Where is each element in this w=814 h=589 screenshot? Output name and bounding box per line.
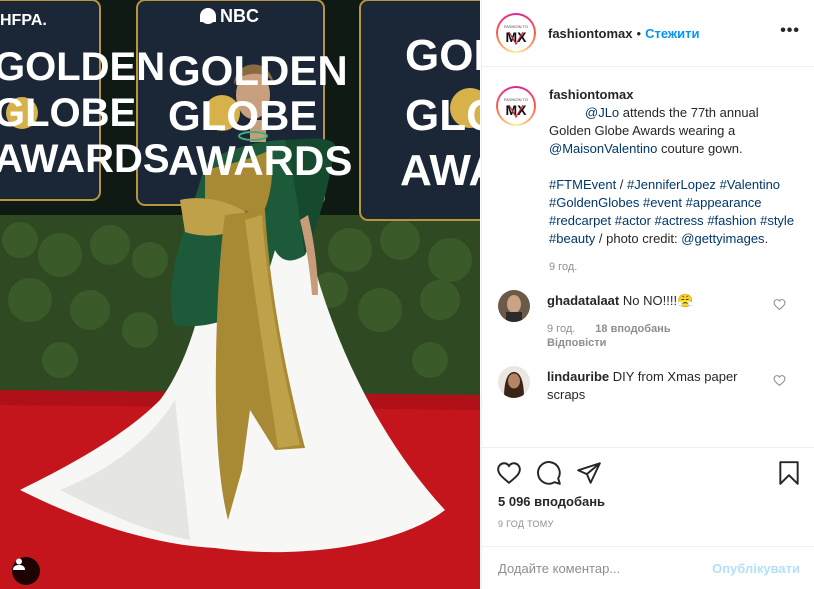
mention-gettyimages[interactable]: @gettyimages (681, 231, 764, 246)
caption-text-1: attends the 77th annual Golden Globe Awa… (549, 105, 759, 138)
sign-right-line-3: AWARDS (400, 146, 480, 195)
sign-right-line-1: GOLDEN (405, 31, 480, 80)
caption-text-3: photo credit: (606, 231, 682, 246)
hashtag[interactable]: #JenniferLopez (627, 177, 716, 192)
comment-icon[interactable] (536, 460, 562, 486)
fashiontomax-logo-icon: FASHION TO MX (504, 24, 528, 46)
hashtag[interactable]: #fashion (707, 213, 756, 228)
mention-maisonvalentino[interactable]: @MaisonValentino (549, 141, 657, 156)
commenter-avatar[interactable] (498, 290, 530, 322)
comment-like-heart-icon[interactable] (773, 374, 786, 387)
reply-button[interactable]: Відповісти (547, 336, 767, 350)
hashtag[interactable]: #GoldenGlobes (549, 195, 639, 210)
follow-button[interactable]: Стежити (645, 26, 699, 41)
caption-hashtags: #FTMEvent / #JenniferLopez #Valentino #G… (549, 177, 795, 246)
comment-text: No NO!!!!😤 (622, 293, 694, 308)
sign-left-line-2: GLOBE (0, 91, 136, 135)
sign-center-line-3: AWARDS (168, 137, 352, 184)
comment-item: ghadatalaat No NO!!!!😤 9 год. 18 вподобан… (496, 290, 798, 350)
comment-time[interactable]: 9 год. (547, 323, 575, 335)
post-time[interactable]: 9 ГОД ТОМУ (498, 519, 554, 529)
post-header: FASHION TO MX fashiontomax • Стежити ••• (482, 0, 814, 67)
caption-text-4: . (764, 231, 769, 246)
bookmark-icon[interactable] (776, 460, 802, 486)
sign-right-line-2: GLOBE (405, 91, 480, 140)
comment-likes[interactable]: 18 вподобань (595, 323, 670, 335)
hashtag[interactable]: #actress (655, 213, 704, 228)
comment-like-heart-icon[interactable] (773, 298, 786, 311)
caption-text-2: couture gown. (657, 141, 743, 156)
hashtag[interactable]: #beauty (549, 231, 595, 246)
caption-avatar[interactable]: FASHION TO MX (496, 86, 536, 126)
author-username[interactable]: fashiontomax (548, 26, 633, 41)
caption-timestamp[interactable]: 9 год. (549, 258, 798, 276)
add-comment-bar: Опублікувати (482, 546, 814, 589)
post-photo[interactable]: GOLDEN GLOBE AWARDS GOLDEN GLOBE AWARDS … (0, 0, 480, 589)
sign-left-line-3: AWARDS (0, 137, 170, 181)
post-side-panel: FASHION TO MX fashiontomax • Стежити •••… (481, 0, 814, 589)
comments-section[interactable]: FASHION TO MX fashiontomax @JLo attends … (482, 68, 814, 446)
fashiontomax-logo-icon: FASHION TO MX (504, 97, 528, 119)
hashtag[interactable]: #event (643, 195, 682, 210)
sign-center-line-2: GLOBE (168, 92, 317, 139)
hashtag[interactable]: #FTMEvent (549, 177, 616, 192)
caption-username[interactable]: fashiontomax (549, 87, 634, 102)
caption: FASHION TO MX fashiontomax @JLo attends … (496, 86, 798, 276)
tag-user-button[interactable] (12, 557, 40, 585)
likes-count[interactable]: 5 096 вподобань (498, 494, 605, 509)
red-carpet-photo: GOLDEN GLOBE AWARDS GOLDEN GLOBE AWARDS … (0, 0, 480, 589)
heart-icon[interactable] (496, 460, 522, 486)
hfpa-logo-text: HFPA. (0, 12, 47, 29)
avatar-photo (498, 290, 530, 322)
author-avatar[interactable]: FASHION TO MX (496, 13, 536, 53)
hashtag[interactable]: #appearance (686, 195, 762, 210)
more-options-button[interactable]: ••• (780, 22, 800, 40)
nbc-logo-text: NBC (220, 6, 259, 26)
share-icon[interactable] (576, 460, 602, 486)
hashtag[interactable]: #Valentino (720, 177, 780, 192)
tag-user-icon (13, 558, 25, 570)
post-actions (482, 447, 814, 497)
mention-jlo[interactable]: @JLo (585, 105, 619, 120)
comment-username[interactable]: ghadatalaat (547, 293, 619, 308)
header-separator: • (636, 25, 642, 41)
hashtag[interactable]: #actor (615, 213, 651, 228)
sign-left-line-1: GOLDEN (0, 45, 165, 89)
comment-username[interactable]: lindauribe (547, 369, 609, 384)
avatar-photo (498, 366, 530, 398)
nbc-peacock-icon (200, 8, 216, 24)
publish-button[interactable]: Опублікувати (712, 561, 800, 576)
commenter-avatar[interactable] (498, 366, 530, 398)
hashtag[interactable]: #style (760, 213, 794, 228)
comment-input[interactable] (498, 560, 713, 576)
hashtag[interactable]: #redcarpet (549, 213, 611, 228)
comment-item: lindauribe DIY from Xmas paper scraps (496, 366, 798, 404)
sign-center-line-1: GOLDEN (168, 47, 348, 94)
